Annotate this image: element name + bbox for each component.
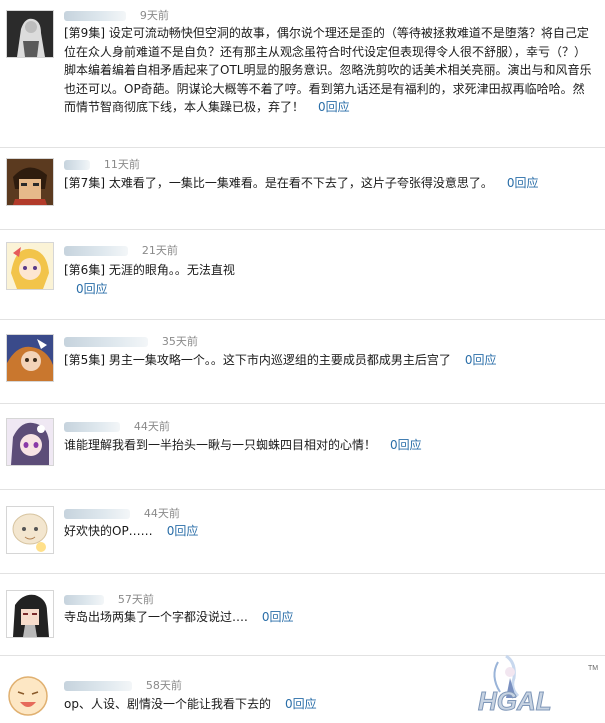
comment-text: 好欢快的OP…… 0回应 [64,522,594,541]
comment-text: [第9集] 设定可流动畅快但空洞的故事，偶尔说个理还是歪的（等待被拯救难道不是堕… [64,24,594,117]
comment-item: 57天前 寺岛出场两集了一个字都没说过…. 0回应 [0,574,605,656]
comment-item: 9天前 [第9集] 设定可流动畅快但空洞的故事，偶尔说个理还是歪的（等待被拯救难… [0,0,605,148]
comment-meta: 57天前 [64,592,154,606]
username[interactable] [64,159,90,170]
comment-meta: 11天前 [64,157,140,171]
comment-meta: 9天前 [64,8,169,22]
avatar-image [7,335,53,381]
comment-item: 21天前 [第6集] 无涯的眼角。。无法直视 0回应 [0,230,605,320]
comment-text: [第7集] 太难看了，一集比一集难看。是在看不下去了，这片子夸张得没意思了。 0回… [64,174,594,193]
reply-link[interactable]: 0回应 [507,176,539,190]
avatar-image [7,11,53,57]
avatar[interactable] [6,334,54,382]
username[interactable] [64,680,132,691]
comment-time: 58天前 [145,678,182,692]
username[interactable] [64,245,128,256]
avatar-image [7,243,53,289]
comment-content: 谁能理解我看到一半抬头一瞅与一只蜘蛛四目相对的心情！ [64,438,377,452]
comment-content: 寺岛出场两集了一个字都没说过…. [64,610,248,624]
avatar[interactable] [6,158,54,206]
episode-tag: [第6集] [64,263,105,277]
episode-tag: [第7集] [64,176,105,190]
comment-time: 44天前 [143,506,180,520]
comment-meta: 21天前 [64,243,178,257]
username[interactable] [64,421,120,432]
comment-content: 无涯的眼角。。无法直视 [105,263,235,277]
avatar[interactable] [6,10,54,58]
avatar-image [7,419,53,465]
avatar-image [7,507,53,553]
comment-time: 11天前 [103,157,140,171]
watermark-logo: HGAL TM [478,654,598,717]
reply-link[interactable]: 0回应 [318,100,350,114]
comment-meta: 44天前 [64,506,180,520]
comment-content: 好欢快的OP…… [64,524,153,538]
comment-time: 57天前 [117,592,154,606]
comment-meta: 58天前 [64,678,182,692]
comment-text: [第5集] 男主一集攻略一个。。这下市内巡逻组的主要成员都成男主后宫了 0回应 [64,351,594,370]
comment-time: 44天前 [133,419,170,433]
reply-link[interactable]: 0回应 [76,280,594,299]
reply-link[interactable]: 0回应 [465,353,497,367]
comment-content: 太难看了，一集比一集难看。是在看不下去了，这片子夸张得没意思了。 [105,176,493,190]
comment-item: 35天前 [第5集] 男主一集攻略一个。。这下市内巡逻组的主要成员都成男主后宫了… [0,320,605,404]
avatar-image [6,672,52,718]
comment-text: [第6集] 无涯的眼角。。无法直视 0回应 [64,261,594,298]
reply-link[interactable]: 0回应 [167,524,199,538]
comment-item: 44天前 谁能理解我看到一半抬头一瞅与一只蜘蛛四目相对的心情！ 0回应 [0,404,605,490]
episode-tag: [第9集] [64,26,105,40]
comment-item: 44天前 好欢快的OP…… 0回应 [0,490,605,574]
watermark-tm: TM [588,665,598,672]
avatar-image [7,159,53,205]
username[interactable] [64,508,130,519]
avatar[interactable] [6,418,54,466]
comment-meta: 35天前 [64,334,198,348]
comment-content: 男主一集攻略一个。。这下市内巡逻组的主要成员都成男主后宫了 [105,353,451,367]
reply-link[interactable]: 0回应 [285,697,317,711]
comment-time: 35天前 [161,334,198,348]
watermark-text: HGAL [478,686,552,716]
username[interactable] [64,594,104,605]
username[interactable] [64,336,148,347]
reply-link[interactable]: 0回应 [262,610,294,624]
comment-time: 9天前 [139,8,169,22]
reply-link[interactable]: 0回应 [390,438,422,452]
comment-text: 谁能理解我看到一半抬头一瞅与一只蜘蛛四目相对的心情！ 0回应 [64,436,594,455]
comment-time: 21天前 [141,243,178,257]
avatar-image [7,591,53,637]
comment-content: op、人设、剧情没一个能让我看下去的 [64,697,271,711]
episode-tag: [第5集] [64,353,105,367]
avatar[interactable] [6,590,54,638]
username[interactable] [64,10,126,21]
avatar[interactable] [6,506,54,554]
comment-meta: 44天前 [64,419,170,433]
avatar[interactable] [6,242,54,290]
comment-item: 11天前 [第7集] 太难看了，一集比一集难看。是在看不下去了，这片子夸张得没意… [0,148,605,230]
comment-text: 寺岛出场两集了一个字都没说过…. 0回应 [64,608,594,627]
avatar[interactable] [6,672,54,720]
